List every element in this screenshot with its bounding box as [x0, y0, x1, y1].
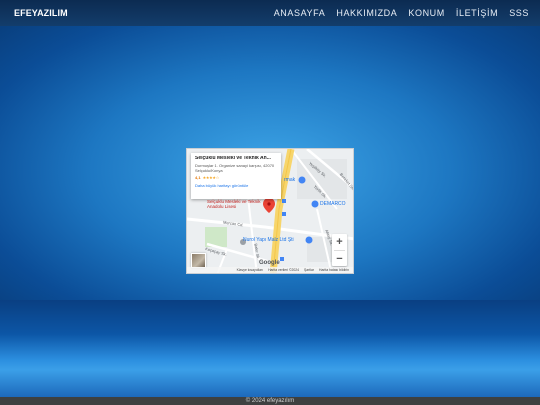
place-info-card: Selçuklu Mesleki ve Teknik An... Durmuşl… [191, 153, 281, 199]
report-error-link[interactable]: Harita hatası bildirin [319, 268, 349, 272]
brand-logo-text[interactable]: EFEYAZILIM [14, 8, 68, 18]
place-rating: 4,1 ★★★★☆ [195, 175, 277, 180]
view-larger-map-link[interactable]: Daha büyük haritayı görüntüle [195, 183, 277, 188]
footer-copyright: © 2024 efeyazılım [245, 398, 295, 404]
place-address: Durmuşlar 1. Organize sanayi karşısı, 42… [195, 163, 275, 173]
embedded-google-map[interactable]: Selçuklu Mesleki ve Teknik An... Durmuşl… [186, 148, 354, 274]
marker-label[interactable]: Selçuklu Mesleki ve Teknik Anadolu Lises… [207, 199, 267, 209]
place-title: Selçuklu Mesleki ve Teknik An... [195, 156, 271, 161]
map-data-text: Harita verileri ©2024 [268, 268, 300, 272]
poi-label-demarco[interactable]: DEMARCO [320, 201, 346, 207]
footer: © 2024 efeyazılım [0, 397, 540, 405]
zoom-control: + − [332, 234, 347, 266]
zoom-in-button[interactable]: + [332, 234, 347, 250]
main-nav: ANASAYFA HAKKIMIZDA KONUM İLETİŞİM SSS [274, 8, 529, 18]
terms-link[interactable]: Şartlar [304, 268, 314, 272]
nav-item-iletisim[interactable]: İLETİŞİM [456, 8, 498, 18]
poi-label-rmak: rmak [284, 177, 296, 183]
nav-item-konum[interactable]: KONUM [408, 8, 445, 18]
map-attribution-bar: Klavye kısayolları Harita verileri ©2024… [187, 267, 353, 273]
background-stage-floor [0, 300, 540, 397]
navbar: EFEYAZILIM ANASAYFA HAKKIMIZDA KONUM İLE… [0, 0, 540, 26]
satellite-toggle-thumbnail[interactable] [191, 253, 206, 268]
rating-value: 4,1 [195, 175, 201, 180]
rating-stars-icon: ★★★★☆ [202, 175, 220, 180]
keyboard-shortcuts-link[interactable]: Klavye kısayolları [237, 268, 263, 272]
zoom-out-button[interactable]: − [332, 251, 347, 267]
nav-item-hakkimizda[interactable]: HAKKIMIZDA [336, 8, 397, 18]
google-logo: Google [259, 260, 280, 266]
nav-item-anasayfa[interactable]: ANASAYFA [274, 8, 326, 18]
nav-item-sss[interactable]: SSS [509, 8, 529, 18]
poi-label-nurol[interactable]: Nurol Yapı Malz Ltd Şti [243, 237, 294, 243]
